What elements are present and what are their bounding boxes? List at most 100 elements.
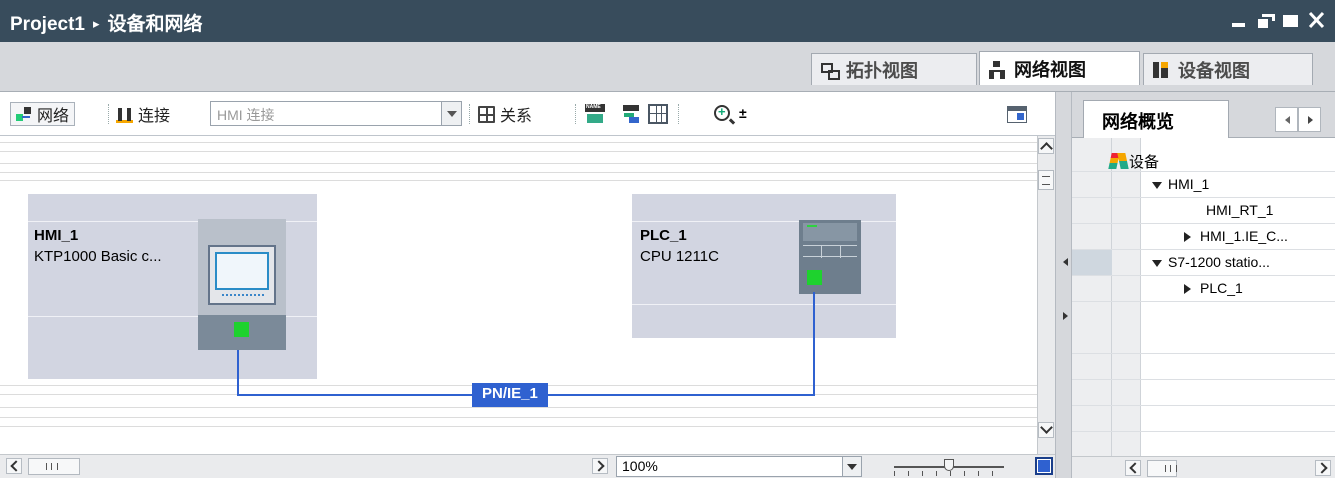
relations-icon bbox=[478, 105, 495, 123]
network-view-icon bbox=[988, 60, 1006, 79]
empty-row bbox=[1072, 328, 1335, 354]
relations-button[interactable]: 关系 bbox=[478, 102, 532, 126]
overview-navigation-icon[interactable] bbox=[1035, 457, 1053, 475]
toolbar-separator bbox=[469, 104, 470, 124]
network-table-icon[interactable] bbox=[648, 104, 668, 124]
editor-toolbar: 网络 连接 HMI 连接 关系 ± bbox=[0, 92, 1055, 136]
expand-triangle-icon[interactable] bbox=[1184, 232, 1191, 242]
scroll-left-icon[interactable] bbox=[6, 458, 22, 474]
grid-line bbox=[0, 172, 1037, 173]
tree-item-label: PLC_1 bbox=[1200, 280, 1243, 296]
toolbar-separator bbox=[575, 104, 576, 124]
tree-item-label: HMI_1.IE_C... bbox=[1200, 228, 1288, 244]
splitter[interactable] bbox=[1055, 92, 1072, 478]
zoom-value: 100% bbox=[622, 458, 658, 474]
tab-label: 网络视图 bbox=[1014, 59, 1086, 80]
network-wire[interactable] bbox=[237, 350, 239, 396]
maximize-icon[interactable] bbox=[1282, 10, 1299, 30]
vertical-scrollbar[interactable] bbox=[1037, 136, 1055, 454]
hmi-keys bbox=[222, 294, 264, 296]
toolbar-separator bbox=[108, 104, 109, 124]
zoom-slider[interactable] bbox=[894, 459, 1004, 477]
vertical-scroll-thumb[interactable] bbox=[1038, 170, 1054, 190]
show-overview-icon[interactable] bbox=[1007, 106, 1027, 123]
expand-arrow-icon[interactable] bbox=[1063, 312, 1068, 320]
tab-scroll-right-icon[interactable] bbox=[1298, 107, 1321, 132]
tree-item-label: S7-1200 statio... bbox=[1168, 254, 1270, 270]
tree-item[interactable]: HMI_1.IE_C... bbox=[1072, 224, 1335, 250]
collapse-triangle-icon[interactable] bbox=[1152, 182, 1162, 189]
collapse-arrow-icon[interactable] bbox=[1063, 258, 1068, 266]
scroll-right-icon[interactable] bbox=[1315, 460, 1331, 476]
horizontal-scroll-thumb[interactable] bbox=[1147, 460, 1177, 477]
scroll-right-icon[interactable] bbox=[592, 458, 608, 474]
network-wire[interactable] bbox=[813, 292, 815, 396]
tree-item[interactable]: S7-1200 statio... bbox=[1072, 250, 1335, 276]
tab-scroll-left-icon[interactable] bbox=[1275, 107, 1298, 132]
tab-device-view[interactable]: 设备视图 bbox=[1143, 53, 1313, 85]
connections-icon bbox=[116, 105, 133, 123]
topology-view-icon bbox=[820, 61, 840, 80]
zoom-options-icon[interactable]: ± bbox=[739, 105, 747, 121]
subnet-label[interactable]: PN/IE_1 bbox=[472, 383, 548, 407]
tab-network-overview[interactable]: 网络概览 bbox=[1083, 100, 1229, 138]
device-band bbox=[632, 304, 896, 305]
tab-label: 设备视图 bbox=[1178, 60, 1250, 81]
device-name: HMI_1 bbox=[34, 227, 79, 244]
tree-item[interactable]: HMI_1 bbox=[1072, 172, 1335, 198]
breadcrumb-arrow-icon: ▸ bbox=[92, 16, 100, 31]
connection-type-value: HMI 连接 bbox=[217, 107, 275, 123]
grid-line bbox=[0, 151, 1037, 152]
collapse-triangle-icon[interactable] bbox=[1152, 260, 1162, 267]
profinet-port[interactable] bbox=[234, 322, 249, 337]
scroll-left-icon[interactable] bbox=[1125, 460, 1141, 476]
expand-triangle-icon[interactable] bbox=[1184, 284, 1191, 294]
grid-line bbox=[0, 142, 1037, 143]
grid-line bbox=[0, 417, 1037, 418]
tree-item[interactable]: HMI_RT_1 bbox=[1072, 198, 1335, 224]
overview-tree: 设备 HMI_1 HMI_RT_1 HMI_1.IE_C... S7-1200 sta… bbox=[1072, 138, 1335, 456]
network-canvas[interactable]: HMI_1 KTP1000 Basic c... PLC_1 CPU 1211C… bbox=[0, 136, 1037, 454]
connection-type-select[interactable]: HMI 连接 bbox=[210, 101, 462, 126]
zoom-slider-knob[interactable] bbox=[944, 459, 954, 471]
device-plc[interactable]: PLC_1 CPU 1211C bbox=[632, 194, 896, 338]
device-names-icon[interactable] bbox=[585, 104, 605, 124]
zoom-in-icon[interactable] bbox=[714, 104, 730, 121]
network-overview-panel: 网络概览 设备 HMI_1 HMI_RT_1 HMI_1.IE_C... S7-120… bbox=[1072, 92, 1335, 478]
project-name: Project1 bbox=[10, 14, 85, 35]
connections-button[interactable]: 连接 bbox=[116, 102, 170, 126]
device-name: PLC_1 bbox=[640, 227, 687, 244]
tree-item-label: HMI_RT_1 bbox=[1206, 202, 1274, 218]
minimize-icon[interactable] bbox=[1230, 10, 1247, 30]
horizontal-scroll-thumb[interactable] bbox=[28, 458, 80, 475]
relations-label: 关系 bbox=[500, 108, 533, 125]
float-window-icon[interactable] bbox=[1256, 10, 1275, 30]
chevron-down-icon[interactable] bbox=[441, 102, 461, 125]
overview-horizontal-scrollbar[interactable] bbox=[1072, 456, 1335, 478]
scroll-up-icon[interactable] bbox=[1038, 138, 1054, 154]
tab-network-view[interactable]: 网络视图 bbox=[979, 51, 1140, 85]
device-view-icon bbox=[1152, 61, 1170, 79]
empty-row bbox=[1072, 406, 1335, 432]
zoom-slider-ticks bbox=[894, 471, 1004, 476]
network-mode-button[interactable]: 网络 bbox=[10, 102, 76, 126]
section-name: 设备和网络 bbox=[107, 14, 203, 35]
close-icon[interactable] bbox=[1308, 10, 1325, 30]
tab-topology-view[interactable]: 拓扑视图 bbox=[811, 53, 977, 85]
grid-line bbox=[0, 426, 1037, 427]
device-hmi[interactable]: HMI_1 KTP1000 Basic c... bbox=[28, 194, 317, 379]
profinet-port[interactable] bbox=[807, 270, 822, 285]
window-title: Project1 ▸ 设备和网络 bbox=[10, 9, 203, 36]
plc-cpu-icon bbox=[799, 220, 861, 294]
zoom-select[interactable]: 100% bbox=[616, 456, 862, 477]
scroll-down-icon[interactable] bbox=[1038, 422, 1054, 438]
tree-item[interactable]: PLC_1 bbox=[1072, 276, 1335, 302]
hmi-bezel bbox=[208, 245, 276, 305]
chevron-down-icon[interactable] bbox=[842, 457, 861, 476]
hmi-screen bbox=[215, 252, 269, 290]
plc-io bbox=[803, 245, 857, 258]
devices-icon bbox=[1110, 153, 1128, 169]
window-controls bbox=[1230, 8, 1325, 32]
canvas-bottom-bar: 100% bbox=[0, 454, 1055, 478]
address-icon[interactable] bbox=[622, 104, 642, 124]
